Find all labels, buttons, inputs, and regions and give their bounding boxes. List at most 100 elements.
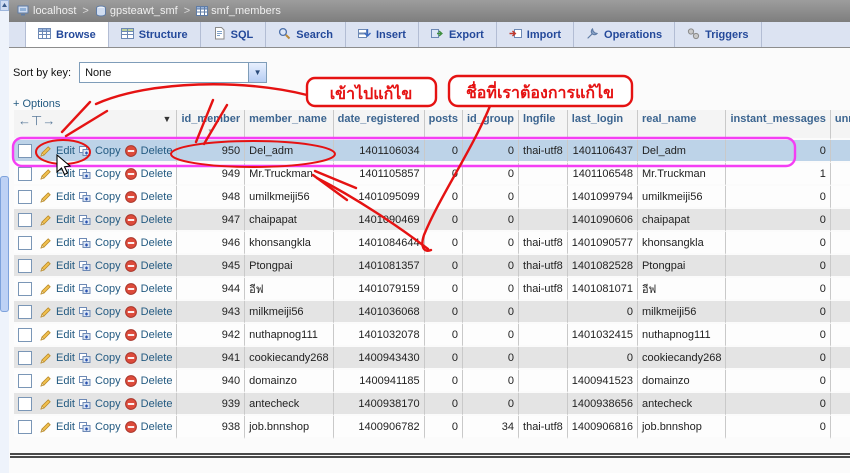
column-header-date_registered[interactable]: date_registered <box>333 110 425 140</box>
delete-link[interactable]: Delete <box>141 306 173 318</box>
row-checkbox[interactable] <box>18 143 32 158</box>
column-header-id_group[interactable]: id_group <box>462 110 520 140</box>
delete-link[interactable]: Delete <box>141 375 173 387</box>
copy-link[interactable]: Copy <box>95 352 121 364</box>
edit-link[interactable]: Edit <box>56 260 75 272</box>
row-checkbox[interactable] <box>18 304 32 319</box>
edit-link[interactable]: Edit <box>56 421 75 433</box>
row-checkbox[interactable] <box>18 235 32 250</box>
table-row[interactable]: Edit Copy Delete 945 Ptongpai 1401081357 0 0 tha… <box>14 255 850 278</box>
scroll-up-button[interactable] <box>0 0 9 11</box>
edit-link[interactable]: Edit <box>56 398 75 410</box>
tab-structure[interactable]: Structure <box>109 22 201 47</box>
breadcrumb-database[interactable]: gpsteawt_smf <box>95 5 178 17</box>
delete-link[interactable]: Delete <box>141 260 173 272</box>
table-row[interactable]: Edit Copy Delete 942 nuthapnog111 1401032078 0… <box>14 324 850 347</box>
row-checkbox[interactable] <box>18 212 32 227</box>
delete-link[interactable]: Delete <box>141 214 173 226</box>
copy-link[interactable]: Copy <box>95 191 121 203</box>
tab-insert[interactable]: Insert <box>346 22 419 47</box>
table-row[interactable]: Edit Copy Delete 946 khonsangkla 1401084644 0 0… <box>14 232 850 255</box>
column-header-unread_messages[interactable]: unread_messages <box>830 110 850 140</box>
column-header-lngfile[interactable]: lngfile <box>519 110 568 140</box>
tab-search[interactable]: Search <box>266 22 346 47</box>
delete-link[interactable]: Delete <box>141 237 173 249</box>
dropdown-arrow-icon[interactable]: ▼ <box>248 63 267 82</box>
column-header-posts[interactable]: posts <box>424 110 463 140</box>
column-header-real_name[interactable]: real_name <box>637 110 727 140</box>
copy-link[interactable]: Copy <box>95 306 121 318</box>
breadcrumb-server[interactable]: localhost <box>17 5 76 17</box>
tab-triggers[interactable]: Triggers <box>675 22 762 47</box>
row-checkbox[interactable] <box>18 396 32 411</box>
cell-instant_messages: 0 <box>726 209 831 232</box>
tab-export[interactable]: Export <box>419 22 497 47</box>
edit-link[interactable]: Edit <box>56 214 75 226</box>
edit-link[interactable]: Edit <box>56 168 75 180</box>
table-row[interactable]: Edit Copy Delete 949 Mr.Truckman 1401105857 0 0… <box>14 163 850 186</box>
table-row[interactable]: Edit Copy Delete 940 domainzo 1400941185 0 0 140… <box>14 370 850 393</box>
edit-link[interactable]: Edit <box>56 283 75 295</box>
edit-link[interactable]: Edit <box>56 191 75 203</box>
delete-link[interactable]: Delete <box>141 421 173 433</box>
table-row[interactable]: Edit Copy Delete 947 chaipapat 1401090469 0 0 14… <box>14 209 850 232</box>
row-checkbox[interactable] <box>18 281 32 296</box>
table-row[interactable]: Edit Copy Delete 950 Del_adm 1401106034 0 0 thai… <box>14 140 850 163</box>
copy-link[interactable]: Copy <box>95 237 121 249</box>
edit-link[interactable]: Edit <box>56 352 75 364</box>
copy-link[interactable]: Copy <box>95 375 121 387</box>
edit-link[interactable]: Edit <box>56 306 75 318</box>
edit-link[interactable]: Edit <box>56 329 75 341</box>
table-row[interactable]: Edit Copy Delete 941 cookiecandy268 140094343… <box>14 347 850 370</box>
copy-link[interactable]: Copy <box>95 421 121 433</box>
row-checkbox[interactable] <box>18 373 32 388</box>
row-checkbox[interactable] <box>18 189 32 204</box>
delete-link[interactable]: Delete <box>141 191 173 203</box>
options-toggle[interactable]: + Options <box>13 98 60 110</box>
table-row[interactable]: Edit Copy Delete 943 milkmeiji56 1401036068 0 0… <box>14 301 850 324</box>
row-checkbox[interactable] <box>18 166 32 181</box>
row-checkbox[interactable] <box>18 350 32 365</box>
scrollbar-thumb[interactable] <box>0 176 9 312</box>
copy-link[interactable]: Copy <box>95 398 121 410</box>
table-row[interactable]: Edit Copy Delete 938 job.bnnshop 1400906782 0 3… <box>14 416 850 439</box>
delete-link[interactable]: Delete <box>141 168 173 180</box>
table-row[interactable]: Edit Copy Delete 939 antecheck 1400938170 0 0 14… <box>14 393 850 416</box>
column-header-instant_messages[interactable]: instant_messages <box>726 110 831 140</box>
delete-link[interactable]: Delete <box>141 145 173 157</box>
cell-real_name: job.bnnshop <box>637 416 727 439</box>
actions-menu-arrow-icon[interactable]: ▼ <box>163 114 172 124</box>
copy-link[interactable]: Copy <box>95 214 121 226</box>
edit-link[interactable]: Edit <box>56 375 75 387</box>
copy-link[interactable]: Copy <box>95 168 121 180</box>
table-row[interactable]: Edit Copy Delete 948 umilkmeiji56 1401095099 0… <box>14 186 850 209</box>
copy-link[interactable]: Copy <box>95 329 121 341</box>
column-header-id_member[interactable]: id_member ▼ <box>177 110 246 140</box>
cell-unread_messages <box>830 278 850 301</box>
sort-key-select[interactable]: None ▼ <box>79 62 268 83</box>
transpose-nav-arrows[interactable]: ←⊤→ <box>18 113 55 128</box>
row-checkbox[interactable] <box>18 258 32 273</box>
delete-link[interactable]: Delete <box>141 283 173 295</box>
tab-sql[interactable]: SQL <box>201 22 267 47</box>
delete-link[interactable]: Delete <box>141 352 173 364</box>
copy-link[interactable]: Copy <box>95 260 121 272</box>
row-checkbox[interactable] <box>18 419 32 434</box>
delete-link[interactable]: Delete <box>141 398 173 410</box>
column-header-last_login[interactable]: last_login <box>567 110 638 140</box>
cell-lngfile: thai-utf8 <box>519 140 568 163</box>
cell-actions: Edit Copy Delete <box>14 163 178 186</box>
tab-browse[interactable]: Browse <box>25 22 109 47</box>
column-header-member_name[interactable]: member_name <box>245 110 334 140</box>
cell-instant_messages: 0 <box>726 324 831 347</box>
copy-link[interactable]: Copy <box>95 283 121 295</box>
delete-link[interactable]: Delete <box>141 329 173 341</box>
table-row[interactable]: Edit Copy Delete 944 อีฟ 1401079159 0 0 thai-utf… <box>14 278 850 301</box>
tab-operations[interactable]: Operations <box>574 22 676 47</box>
edit-link[interactable]: Edit <box>56 237 75 249</box>
edit-link[interactable]: Edit <box>56 145 75 157</box>
tab-import[interactable]: Import <box>497 22 575 47</box>
row-checkbox[interactable] <box>18 327 32 342</box>
copy-link[interactable]: Copy <box>95 145 121 157</box>
breadcrumb-table[interactable]: smf_members <box>196 5 281 17</box>
